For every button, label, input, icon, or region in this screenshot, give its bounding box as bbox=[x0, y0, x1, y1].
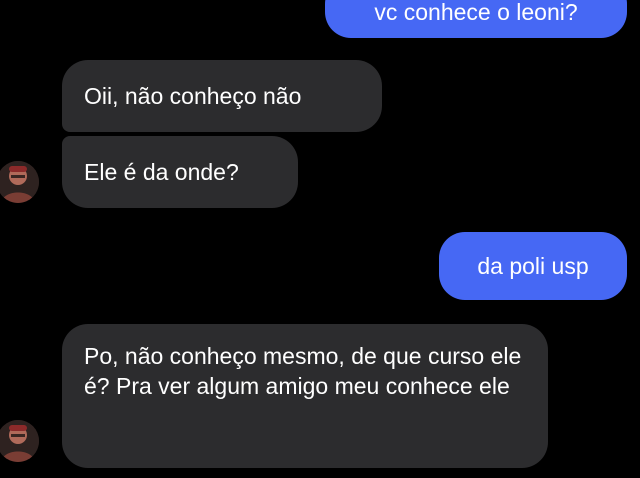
message-text: Ele é da onde? bbox=[84, 159, 239, 185]
message-bubble-incoming[interactable]: Ele é da onde? bbox=[62, 136, 298, 208]
contact-avatar[interactable] bbox=[0, 161, 39, 203]
message-text: da poli usp bbox=[477, 253, 589, 279]
contact-photo-icon bbox=[0, 161, 39, 203]
contact-avatar[interactable] bbox=[0, 420, 39, 462]
message-bubble-outgoing[interactable]: vc conhece o leoni? bbox=[325, 0, 627, 38]
message-text: Po, não conheço mesmo, de que curso ele … bbox=[84, 343, 522, 399]
message-bubble-incoming[interactable]: Oii, não conheço não bbox=[62, 60, 382, 132]
message-bubble-outgoing[interactable]: da poli usp bbox=[439, 232, 627, 300]
message-bubble-incoming[interactable]: Po, não conheço mesmo, de que curso ele … bbox=[62, 324, 548, 468]
message-text: Oii, não conheço não bbox=[84, 83, 302, 109]
message-thread: vc conhece o leoni? Oii, não conheço não… bbox=[0, 0, 640, 478]
message-text: vc conhece o leoni? bbox=[374, 0, 578, 25]
contact-photo-icon bbox=[0, 420, 39, 462]
